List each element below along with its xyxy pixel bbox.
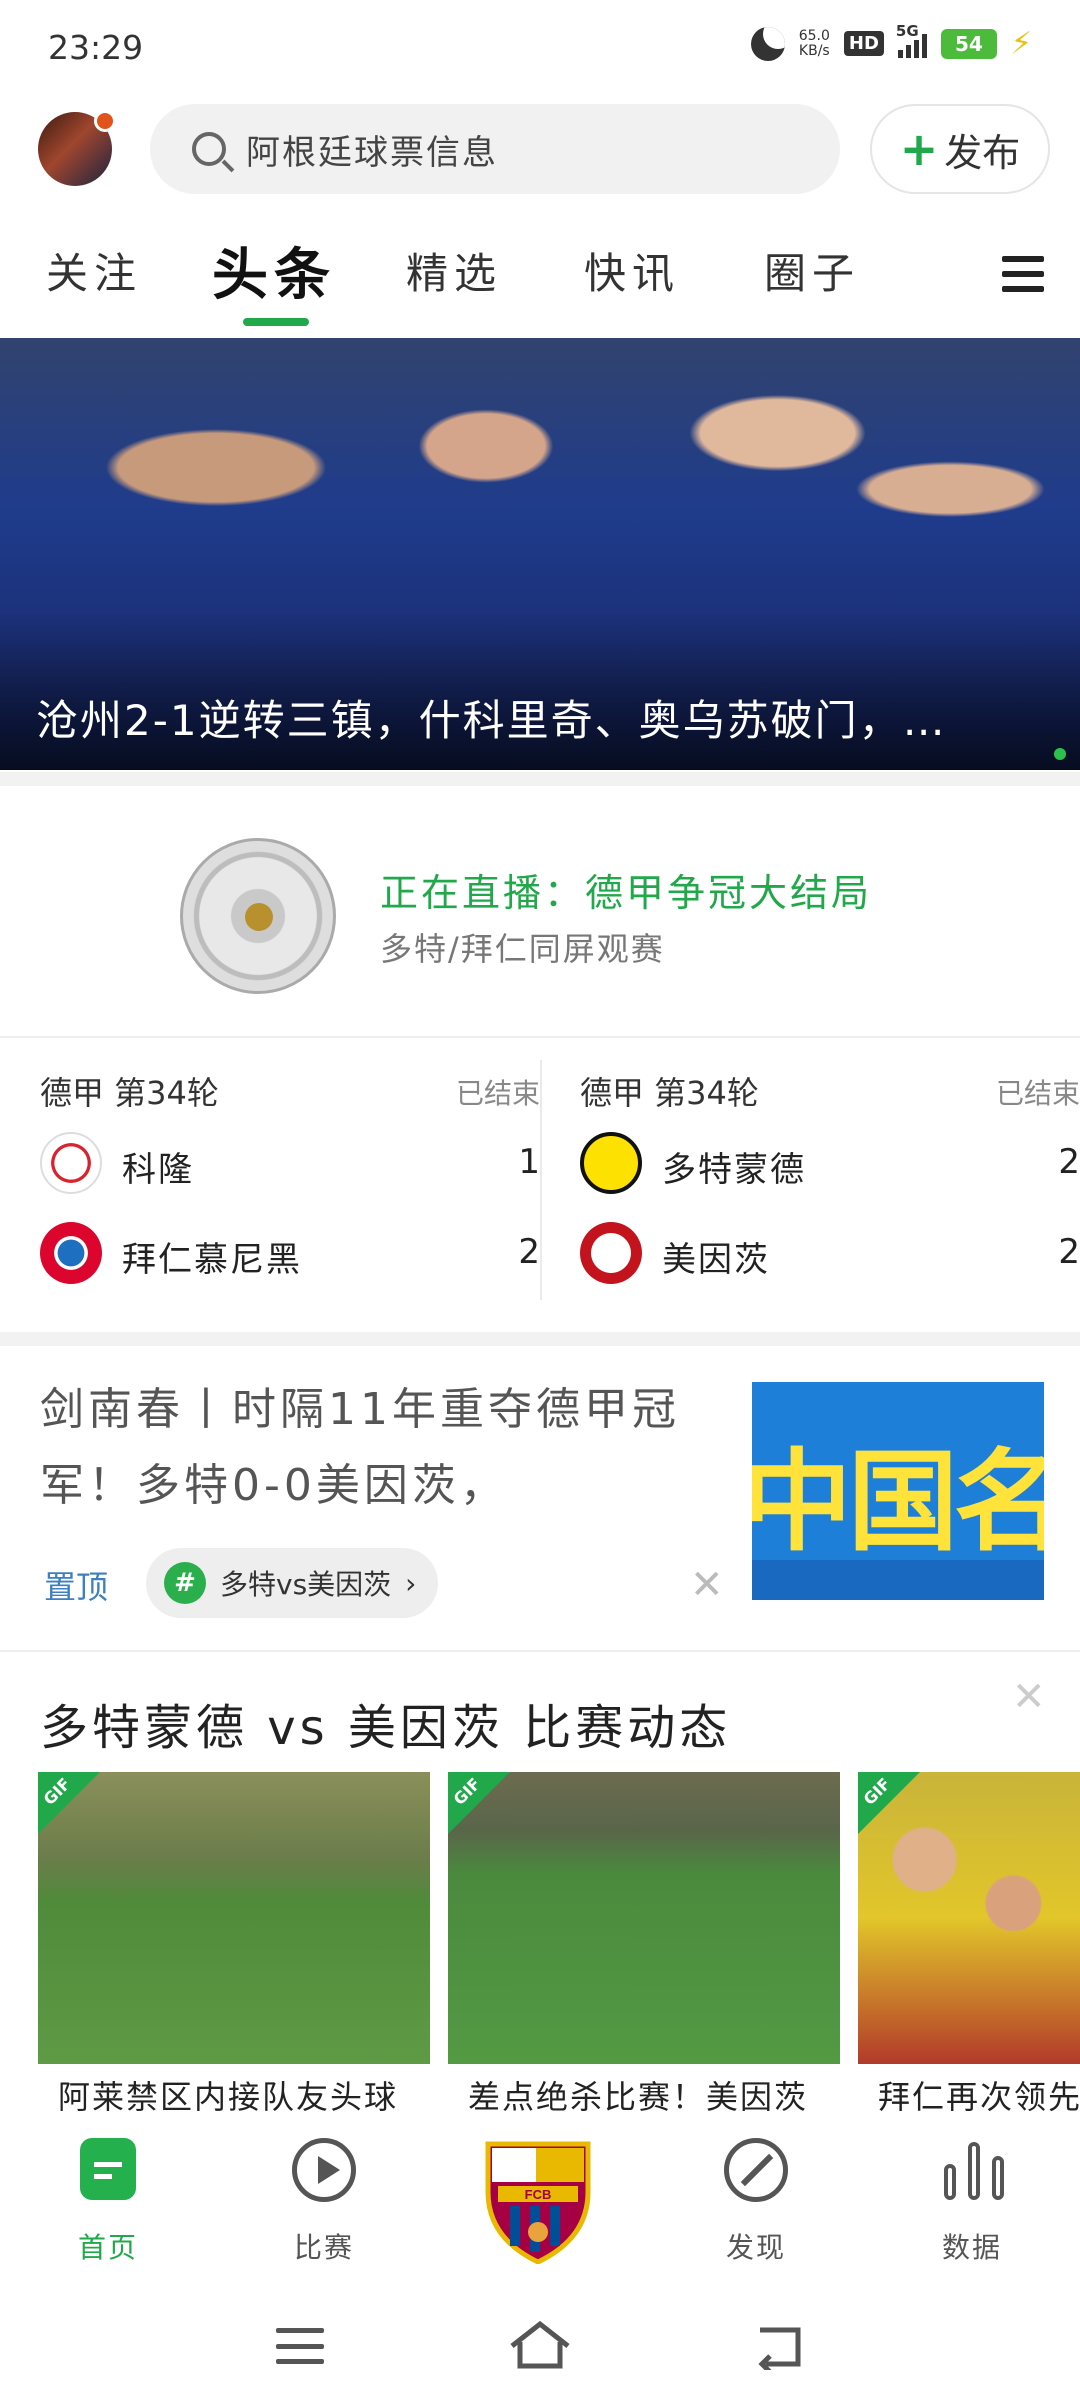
- hashtag-icon: #: [164, 1562, 206, 1604]
- live-stream-card[interactable]: 正在直播：德甲争冠大结局 多特/拜仁同屏观赛: [0, 800, 1080, 1030]
- feed-caption: 拜仁再次领先: [878, 2078, 1080, 2116]
- mainz-logo-icon: [580, 1222, 642, 1284]
- user-avatar[interactable]: [38, 110, 116, 186]
- search-placeholder: 阿根廷球票信息: [246, 132, 498, 173]
- feed-title: 多特蒙德 vs 美因茨 比赛动态: [40, 1700, 732, 1756]
- post-button-label: 发布: [944, 130, 1021, 175]
- notification-dot: [94, 110, 116, 132]
- match-league: 德甲 第34轮: [40, 1074, 219, 1112]
- topic-tag-label: 多特vs美因茨: [220, 1568, 392, 1601]
- network-speed: 65.0 KB/s: [798, 27, 830, 59]
- hero-title: 沧州2-1逆转三镇，什科里奇、奥乌苏破门，…: [36, 696, 947, 745]
- match-status: 已结束: [455, 1077, 540, 1110]
- post-button[interactable]: + 发布: [870, 104, 1050, 194]
- nav-label: 数据: [941, 2231, 1002, 2264]
- status-icons: 65.0 KB/s HD 5G 54 ⚡: [750, 22, 1032, 61]
- club-crest-icon[interactable]: FCB: [480, 2140, 596, 2264]
- nav-data[interactable]: 数据: [902, 2138, 1042, 2264]
- dismiss-icon[interactable]: ✕: [690, 1562, 724, 1608]
- match-card-koln-bayern[interactable]: 德甲 第34轮 已结束 科隆 1 拜仁慕尼黑 2: [40, 1068, 540, 1298]
- nav-label: 比赛: [293, 2231, 354, 2264]
- feed-caption: 差点绝杀比赛！美因茨: [468, 2078, 809, 2116]
- thumbnail-text: 中国名: [752, 1438, 1044, 1566]
- network-speed-unit: KB/s: [798, 42, 830, 59]
- feed-item[interactable]: GIF 差点绝杀比赛！美因茨: [448, 1772, 840, 2122]
- match-feed-section: 多特蒙德 vs 美因茨 比赛动态 ✕ GIF 阿莱禁区内接队友头球 GIF 差点…: [0, 1650, 1080, 2120]
- bar-chart-icon: [944, 2140, 1004, 2200]
- status-time: 23:29: [48, 28, 144, 67]
- recent-apps-icon[interactable]: [276, 2328, 324, 2364]
- top-header: 阿根廷球票信息 + 发布: [0, 100, 1080, 200]
- article-title: 剑南春丨时隔11年重夺德甲冠军！多特0-0美因茨，: [40, 1384, 680, 1511]
- feed-item[interactable]: GIF 阿莱禁区内接队友头球: [38, 1772, 430, 2122]
- search-icon: [192, 132, 226, 166]
- live-title: 正在直播：德甲争冠大结局: [380, 871, 873, 915]
- search-bar[interactable]: 阿根廷球票信息: [150, 104, 840, 194]
- do-not-disturb-icon: [750, 26, 785, 61]
- club-crest-text: FCB: [525, 2187, 552, 2202]
- signal-icon: 5G: [896, 22, 927, 58]
- system-navigation-bar: [0, 2290, 1080, 2400]
- nav-label: 发现: [725, 2231, 786, 2264]
- play-icon: [292, 2138, 356, 2202]
- home-icon: [80, 2138, 136, 2200]
- match-league: 德甲 第34轮: [580, 1074, 759, 1112]
- menu-icon[interactable]: [1002, 256, 1044, 292]
- home-button-icon[interactable]: [508, 2320, 572, 2372]
- team-row: 拜仁慕尼黑 2: [40, 1208, 540, 1298]
- charging-icon: ⚡: [1010, 26, 1032, 61]
- back-icon[interactable]: [754, 2322, 806, 2370]
- nav-matches[interactable]: 比赛: [254, 2138, 394, 2264]
- chevron-right-icon: ›: [405, 1566, 417, 1600]
- pinned-label: 置顶: [44, 1568, 109, 1606]
- team-name: 多特蒙德: [662, 1150, 806, 1190]
- bundesliga-trophy-icon: [180, 838, 336, 994]
- live-subtitle: 多特/拜仁同屏观赛: [380, 930, 665, 968]
- feed-item[interactable]: GIF 拜仁再次领先: [858, 1772, 1080, 2122]
- team-row: 科隆 1: [40, 1118, 540, 1208]
- tab-follow[interactable]: 关注: [46, 240, 142, 301]
- network-type: 5G: [895, 21, 919, 40]
- team-name: 科隆: [122, 1150, 194, 1190]
- nav-discover[interactable]: 发现: [686, 2138, 826, 2264]
- carousel-indicator: [1054, 748, 1066, 760]
- team-row: 美因茨 2: [580, 1208, 1080, 1298]
- hero-banner[interactable]: 沧州2-1逆转三镇，什科里奇、奥乌苏破门，…: [0, 338, 1080, 770]
- bayern-logo-icon: [40, 1222, 102, 1284]
- nav-label: 首页: [77, 2231, 138, 2264]
- team-name: 美因茨: [662, 1240, 770, 1280]
- team-score: 2: [1058, 1232, 1080, 1272]
- plus-icon: +: [899, 122, 939, 176]
- article-card[interactable]: 剑南春丨时隔11年重夺德甲冠军！多特0-0美因茨， 置顶 # 多特vs美因茨 ›…: [0, 1340, 1080, 1640]
- section-divider: [0, 772, 1080, 786]
- team-score: 2: [1058, 1142, 1080, 1182]
- tab-featured[interactable]: 精选: [406, 240, 502, 301]
- close-icon[interactable]: ✕: [1012, 1674, 1046, 1720]
- team-score: 2: [518, 1232, 540, 1272]
- discover-icon: [724, 2138, 788, 2202]
- battery-icon: 54: [940, 28, 997, 59]
- category-tabs: 关注 头条 精选 快讯 圈子: [0, 230, 1080, 330]
- status-bar: 23:29 65.0 KB/s HD 5G 54 ⚡: [0, 0, 1080, 96]
- tab-circles[interactable]: 圈子: [764, 240, 860, 301]
- topic-tag[interactable]: # 多特vs美因茨 ›: [146, 1548, 439, 1618]
- active-tab-indicator: [243, 318, 309, 326]
- feed-caption: 阿莱禁区内接队友头球: [58, 2078, 399, 2116]
- column-divider: [540, 1060, 542, 1300]
- nav-home[interactable]: 首页: [38, 2138, 178, 2264]
- tab-headlines[interactable]: 头条: [212, 230, 336, 311]
- team-row: 多特蒙德 2: [580, 1118, 1080, 1208]
- dortmund-logo-icon: [580, 1132, 642, 1194]
- team-name: 拜仁慕尼黑: [122, 1240, 302, 1280]
- team-score: 1: [518, 1142, 540, 1182]
- hd-voice-icon: HD: [843, 31, 884, 56]
- network-speed-value: 65.0: [798, 27, 830, 44]
- match-status: 已结束: [995, 1077, 1080, 1110]
- tab-flash-news[interactable]: 快讯: [584, 240, 680, 301]
- article-thumbnail: 中国名: [752, 1382, 1044, 1600]
- match-card-dortmund-mainz[interactable]: 德甲 第34轮 已结束 多特蒙德 2 美因茨 2: [580, 1068, 1080, 1298]
- koln-logo-icon: [40, 1132, 102, 1194]
- bottom-nav: 首页 比赛 FCB 发现 数据: [0, 2120, 1080, 2280]
